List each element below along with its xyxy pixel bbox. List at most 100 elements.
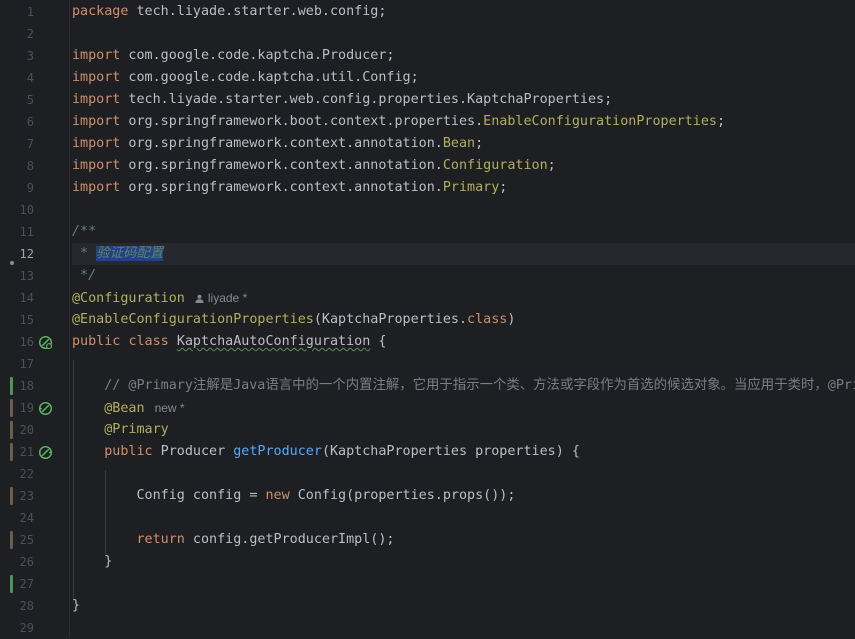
code-text: ; [475, 136, 484, 151]
code-line[interactable]: public Producer getProducer(KaptchaPrope… [72, 441, 855, 463]
closing-brace: } [104, 554, 113, 569]
gutter-line[interactable]: 13 [0, 265, 69, 287]
code-area[interactable]: package tech.liyade.starter.web.config; … [72, 0, 855, 638]
gutter-line[interactable]: 2 [0, 23, 69, 45]
code-line[interactable]: import com.google.code.kaptcha.util.Conf… [72, 67, 855, 89]
line-number: 11 [19, 225, 34, 239]
selected-text[interactable]: 验证码配置 [96, 246, 164, 261]
code-line[interactable]: import org.springframework.context.annot… [72, 155, 855, 177]
code-text: ; [499, 180, 508, 195]
keyword: import [72, 92, 121, 107]
line-number: 3 [26, 49, 34, 63]
gutter-line[interactable]: 17 [0, 353, 69, 375]
bean-method-gutter-icon[interactable] [38, 401, 53, 416]
annotation: @Configuration [72, 291, 185, 306]
gutter-line[interactable]: 16 [0, 331, 69, 353]
gutter-line[interactable]: 8 [0, 155, 69, 177]
gutter-line[interactable]: 3 [0, 45, 69, 67]
code-line[interactable]: @Configuration liyade * [72, 287, 855, 309]
gutter-line[interactable]: 22 [0, 463, 69, 485]
gutter-line[interactable]: 10 [0, 199, 69, 221]
code-line[interactable]: */ [72, 265, 855, 287]
gutter-line[interactable]: 23 [0, 485, 69, 507]
code-line[interactable]: import org.springframework.boot.context.… [72, 111, 855, 133]
gutter-line[interactable]: 19 [0, 397, 69, 419]
gutter-line[interactable]: 14 [0, 287, 69, 309]
code-line[interactable]: } [72, 595, 855, 617]
author-hint-text: liyade * [207, 291, 248, 305]
code-text: org.springframework.boot.context.propert… [120, 114, 484, 129]
keyword: new [265, 488, 290, 503]
code-line[interactable]: import org.springframework.context.annot… [72, 133, 855, 155]
code-line[interactable]: @EnableConfigurationProperties(KaptchaPr… [72, 309, 855, 331]
code-line[interactable]: } [72, 551, 855, 573]
keyword: public [104, 444, 153, 459]
code-line[interactable]: import tech.liyade.starter.web.config.pr… [72, 89, 855, 111]
code-editor[interactable]: 1 2 3 4 5 6 7 8 9 10 11 12 13 14 15 16 1… [0, 0, 855, 638]
gutter-line[interactable]: 15 [0, 309, 69, 331]
code-line[interactable]: @Bean new * [72, 397, 855, 419]
code-text: Config config = [136, 488, 266, 503]
keyword: import [72, 158, 121, 173]
code-text: ; [547, 158, 556, 173]
code-line[interactable]: // @Primary注解是Java语言中的一个内置注解，它用于指示一个类、方法… [72, 375, 855, 397]
keyword: import [72, 180, 121, 195]
line-number: 5 [26, 93, 34, 107]
keyword: import [72, 70, 121, 85]
code-text: { [370, 334, 387, 349]
code-line[interactable]: package tech.liyade.starter.web.config; [72, 1, 855, 23]
code-text: org.springframework.context.annotation. [120, 180, 443, 195]
code-text: org.springframework.context.annotation. [120, 136, 443, 151]
bean-gutter-icon[interactable] [38, 335, 53, 350]
gutter-line[interactable]: 26 [0, 551, 69, 573]
gutter-line[interactable]: 6 [0, 111, 69, 133]
method-name[interactable]: getProducer [233, 444, 322, 459]
annotation-ref: Primary [442, 180, 500, 195]
gutter-line[interactable]: 21 [0, 441, 69, 463]
code-line[interactable]: public class KaptchaAutoConfiguration { [72, 331, 855, 353]
user-icon [195, 294, 204, 303]
line-number: 6 [26, 115, 34, 129]
code-text: com.google.code.kaptcha.Producer; [120, 48, 395, 63]
line-number: 17 [19, 357, 34, 371]
code-line-current[interactable]: * 验证码配置 [72, 243, 855, 265]
keyword: class [467, 312, 508, 327]
line-number: 8 [26, 159, 34, 173]
gutter-line[interactable]: 29 [0, 617, 69, 639]
gutter-line[interactable]: 7 [0, 133, 69, 155]
gutter-line[interactable]: 1 [0, 1, 69, 23]
code-line[interactable]: import org.springframework.context.annot… [72, 177, 855, 199]
code-text: ; [716, 114, 726, 129]
class-name[interactable]: KaptchaAutoConfiguration [177, 334, 370, 349]
line-number: 16 [19, 335, 34, 349]
gutter-line[interactable]: 12 [0, 243, 69, 265]
line-number: 21 [19, 445, 34, 459]
gutter-line[interactable]: 18 [0, 375, 69, 397]
author-hint[interactable]: new * [155, 401, 185, 415]
code-line[interactable]: return config.getProducerImpl(); [72, 529, 855, 551]
code-text: Config(properties.props()); [289, 488, 516, 503]
line-number: 25 [19, 533, 34, 547]
gutter-line[interactable]: 4 [0, 67, 69, 89]
line-number: 23 [19, 489, 34, 503]
line-number: 18 [19, 379, 34, 393]
author-hint[interactable]: liyade * [195, 291, 247, 305]
code-line[interactable]: @Primary [72, 419, 855, 441]
doc-comment: /** [72, 224, 97, 239]
gutter-line[interactable]: 28 [0, 595, 69, 617]
bean-method-gutter-icon[interactable] [38, 445, 53, 460]
code-line[interactable]: import com.google.code.kaptcha.Producer; [72, 45, 855, 67]
gutter-line[interactable]: 24 [0, 507, 69, 529]
gutter-line[interactable]: 20 [0, 419, 69, 441]
gutter-line[interactable]: 11 [0, 221, 69, 243]
gutter-line[interactable]: 5 [0, 89, 69, 111]
gutter-line[interactable]: 25 [0, 529, 69, 551]
line-number-current: 12 [19, 247, 34, 261]
line-number: 28 [19, 599, 34, 613]
code-text: com.google.code.kaptcha.util.Config; [120, 70, 419, 85]
gutter-line[interactable]: 27 [0, 573, 69, 595]
annotation-ref: Configuration [442, 158, 548, 173]
code-line[interactable]: Config config = new Config(properties.pr… [72, 485, 855, 507]
gutter-line[interactable]: 9 [0, 177, 69, 199]
code-line[interactable]: /** [72, 221, 855, 243]
